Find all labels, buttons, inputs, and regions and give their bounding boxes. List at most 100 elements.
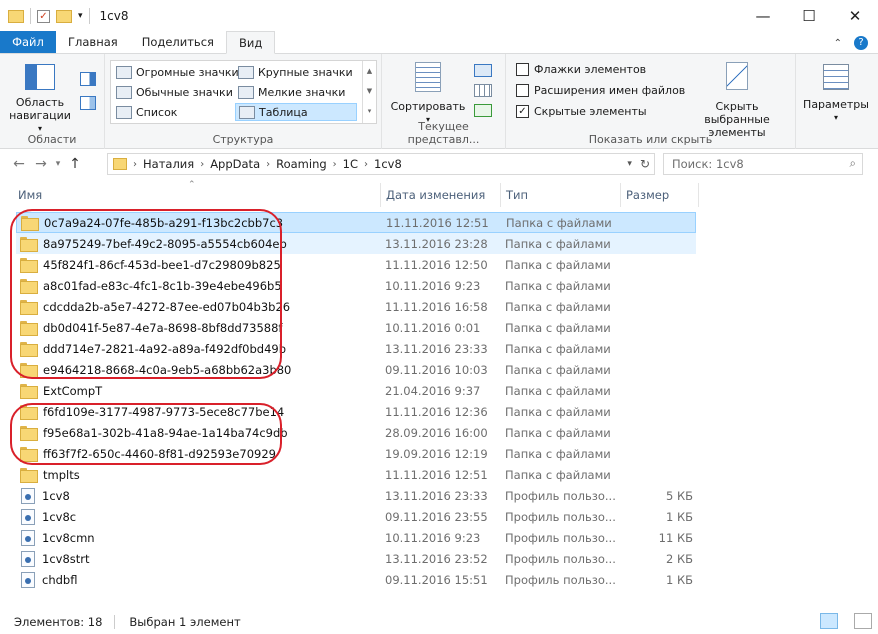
- checkbox-checked[interactable]: ✓: [516, 105, 529, 118]
- details-view-icon[interactable]: [820, 613, 838, 629]
- add-columns-icon[interactable]: [474, 84, 492, 97]
- file-row[interactable]: 1cv8 13.11.2016 23:33 Профиль пользо... 5 К…: [16, 485, 696, 506]
- file-name: ExtCompT: [43, 383, 103, 398]
- file-date: 13.11.2016 23:33: [385, 488, 488, 503]
- minimize-button[interactable]: —: [740, 0, 786, 32]
- size-columns-icon[interactable]: [474, 104, 492, 117]
- file-type: Папка с файлами: [505, 467, 611, 482]
- user-profile-file-icon: [21, 487, 35, 504]
- column-size[interactable]: Размер: [620, 183, 698, 207]
- tab-view[interactable]: Вид: [225, 31, 276, 54]
- file-date: 13.11.2016 23:52: [385, 551, 488, 566]
- breadcrumb-user[interactable]: Наталия: [143, 157, 194, 171]
- file-extensions-toggle[interactable]: Расширения имен файлов: [516, 84, 685, 97]
- hidden-items-toggle[interactable]: ✓ Скрытые элементы: [516, 105, 647, 118]
- checkbox[interactable]: [516, 63, 529, 76]
- up-arrow-icon[interactable]: ↑: [64, 156, 86, 172]
- title-bar: ✓ ▾ 1cv8 — ☐ ✕: [0, 0, 878, 32]
- layout-normal-icons[interactable]: Обычные значки: [113, 83, 236, 101]
- column-divider[interactable]: [698, 183, 699, 207]
- ribbon: Область навигации ▾ Области Структура Ог…: [0, 54, 878, 149]
- back-arrow-icon[interactable]: ←: [8, 156, 30, 172]
- forward-arrow-icon[interactable]: →: [30, 156, 52, 172]
- file-row[interactable]: ExtCompT 21.04.2016 9:37 Папка с файлами: [16, 380, 696, 401]
- file-name-cell: 1cv8strt: [16, 550, 381, 567]
- breadcrumb-appdata[interactable]: AppData: [210, 157, 260, 171]
- extensions-label: Расширения имен файлов: [534, 84, 686, 97]
- search-icon[interactable]: ⌕: [850, 156, 856, 171]
- address-bar[interactable]: › Наталия › AppData › Roaming › 1C › 1cv…: [107, 153, 655, 175]
- new-folder-icon[interactable]: [56, 9, 72, 23]
- options-icon: [823, 64, 849, 90]
- list-icon: [116, 105, 132, 119]
- details-icon: [239, 105, 255, 119]
- gallery-scroll[interactable]: ▲ ▼ ▾: [362, 61, 376, 123]
- item-count: Элементов: 18: [14, 614, 103, 629]
- help-icon[interactable]: ?: [854, 36, 868, 50]
- sort-label: Сортировать: [390, 100, 466, 113]
- file-date: 09.11.2016 10:03: [385, 362, 488, 377]
- recent-locations-icon[interactable]: ▾: [52, 159, 64, 169]
- file-type: Профиль пользо...: [505, 572, 616, 587]
- properties-icon[interactable]: ✓: [37, 9, 50, 23]
- chevron-right-icon[interactable]: ›: [333, 159, 337, 170]
- column-name[interactable]: Имя: [12, 183, 380, 207]
- options-button[interactable]: Параметры ▾: [800, 64, 872, 124]
- layout-small-label: Мелкие значки: [258, 85, 346, 99]
- tab-home[interactable]: Главная: [56, 31, 130, 53]
- file-date: 11.11.2016 12:51: [385, 467, 488, 482]
- preview-pane-icon[interactable]: [80, 72, 96, 86]
- breadcrumb-1c[interactable]: 1C: [343, 157, 358, 171]
- file-date: 10.11.2016 9:23: [385, 278, 481, 293]
- file-row[interactable]: 1cv8cmn 10.11.2016 9:23 Профиль пользо... 1…: [16, 527, 696, 548]
- hide-selected-button[interactable]: Скрыть выбранные элементы: [684, 62, 790, 139]
- chevron-down-icon[interactable]: ▾: [627, 155, 632, 173]
- large-icons-view-icon[interactable]: [854, 613, 872, 629]
- file-row[interactable]: tmplts 11.11.2016 12:51 Папка с файлами: [16, 464, 696, 485]
- search-input[interactable]: Поиск: 1cv8 ⌕: [663, 153, 863, 175]
- file-type: Папка с файлами: [505, 341, 611, 356]
- file-row[interactable]: 1cv8strt 13.11.2016 23:52 Профиль пользо..…: [16, 548, 696, 569]
- checkbox[interactable]: [516, 84, 529, 97]
- chevron-right-icon[interactable]: ›: [364, 159, 368, 170]
- sort-button[interactable]: Сортировать ▾: [390, 62, 466, 126]
- maximize-button[interactable]: ☐: [786, 0, 832, 32]
- layout-details[interactable]: Таблица: [235, 103, 357, 121]
- highlight-ellipse-group-1: [10, 209, 282, 379]
- file-row[interactable]: 1cv8c 09.11.2016 23:55 Профиль пользо... 1 …: [16, 506, 696, 527]
- file-row[interactable]: chdbfl 09.11.2016 15:51 Профиль пользо... 1…: [16, 569, 696, 590]
- customize-quick-access-icon[interactable]: ▾: [78, 11, 83, 21]
- chevron-up-icon[interactable]: ⌃: [834, 38, 842, 49]
- column-date[interactable]: Дата изменения: [380, 183, 500, 207]
- breadcrumb-1cv8[interactable]: 1cv8: [374, 157, 402, 171]
- file-name: 1cv8: [42, 488, 70, 503]
- refresh-icon[interactable]: ↻: [640, 155, 650, 173]
- item-checkboxes-toggle[interactable]: Флажки элементов: [516, 63, 646, 76]
- file-name-cell: tmplts: [16, 468, 381, 483]
- column-type[interactable]: Тип: [500, 183, 620, 207]
- layout-small-icons[interactable]: Мелкие значки: [235, 83, 348, 101]
- tab-file[interactable]: Файл: [0, 31, 56, 53]
- layout-huge-icons[interactable]: Огромные значки: [113, 63, 242, 81]
- chevron-right-icon[interactable]: ›: [133, 159, 137, 170]
- navigation-pane-button[interactable]: Область навигации ▾: [9, 64, 71, 135]
- details-pane-icon[interactable]: [80, 96, 96, 110]
- hidden-label: Скрытые элементы: [534, 105, 647, 118]
- file-size: 2 КБ: [665, 551, 693, 566]
- divider: [30, 8, 31, 24]
- close-button[interactable]: ✕: [832, 0, 878, 32]
- layout-list[interactable]: Список: [113, 103, 180, 121]
- tab-share[interactable]: Поделиться: [130, 31, 226, 53]
- address-bar-tools: ▾ ↻: [627, 155, 650, 173]
- file-date: 09.11.2016 15:51: [385, 572, 488, 587]
- navigation-pane-label-2: навигации: [9, 109, 71, 122]
- small-icons-icon: [238, 85, 254, 99]
- folder-icon: [20, 468, 38, 483]
- group-by-icon[interactable]: [474, 64, 492, 77]
- hide-selected-icon: [726, 62, 748, 90]
- breadcrumb-roaming[interactable]: Roaming: [276, 157, 327, 171]
- layout-large-icons[interactable]: Крупные значки: [235, 63, 356, 81]
- navigation-pane-icon: [25, 64, 55, 90]
- chevron-right-icon[interactable]: ›: [266, 159, 270, 170]
- chevron-right-icon[interactable]: ›: [200, 159, 204, 170]
